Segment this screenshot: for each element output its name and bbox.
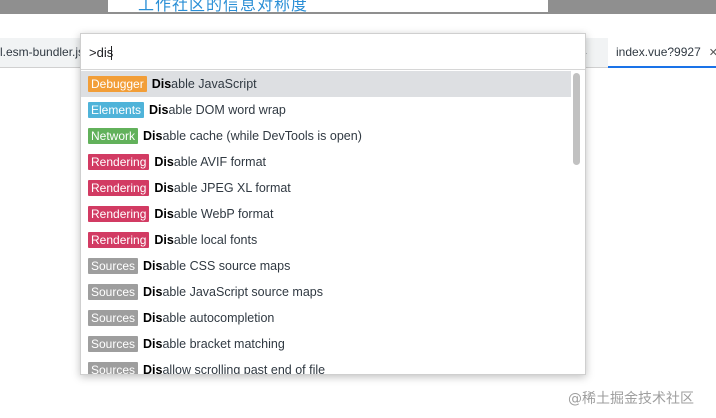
command-title-match: Dis — [154, 233, 174, 247]
command-item[interactable]: Sources Disable bracket matching — [81, 331, 571, 357]
command-title-rest: allow scrolling past end of file — [162, 363, 326, 375]
command-title-match: Dis — [149, 103, 169, 117]
command-title-rest: able DOM word wrap — [168, 103, 286, 117]
command-title-match: Dis — [151, 77, 172, 91]
command-item[interactable]: Sources Disable autocompletion — [81, 305, 571, 331]
command-title: Disable JavaScript source maps — [143, 285, 323, 299]
command-title: Disable JavaScript — [152, 77, 257, 91]
command-item[interactable]: Rendering Disable AVIF format — [81, 149, 571, 175]
command-title-match: Dis — [143, 311, 163, 325]
scrollbar[interactable] — [573, 73, 581, 373]
watermark: @稀土掘金技术社区 — [568, 391, 694, 407]
tab-index-vue-label: index.vue?9927 — [616, 45, 701, 59]
command-title-rest: able bracket matching — [162, 337, 285, 351]
command-input-wrapper — [81, 34, 585, 70]
command-item[interactable]: Network Disable cache (while DevTools is … — [81, 123, 571, 149]
command-title-rest: able local fonts — [173, 233, 258, 247]
category-badge: Elements — [88, 102, 145, 118]
command-title-rest: able CSS source maps — [162, 259, 291, 273]
command-title-match: Dis — [143, 129, 163, 143]
command-item[interactable]: Sources Disable CSS source maps — [81, 253, 571, 279]
command-title: Disable bracket matching — [143, 337, 285, 351]
command-title-rest: able JPEG XL format — [173, 181, 291, 195]
command-item[interactable]: Sources Disallow scrolling past end of fi… — [81, 357, 571, 375]
scrollbar-thumb[interactable] — [573, 73, 580, 165]
category-badge: Sources — [88, 362, 139, 374]
page-content-card: 工作社区的信息对称度 — [108, 0, 548, 12]
tab-esm-bundler[interactable]: l.esm-bundler.js — [0, 38, 84, 68]
category-badge: Rendering — [88, 180, 150, 196]
command-title: Disable AVIF format — [154, 155, 266, 169]
tab-index-vue[interactable]: index.vue?9927 ✕ — [608, 38, 716, 68]
command-title-rest: able WebP format — [173, 207, 274, 221]
command-input[interactable] — [89, 43, 569, 61]
command-title: Disallow scrolling past end of file — [143, 363, 326, 375]
command-title: Disable DOM word wrap — [149, 103, 286, 117]
command-item[interactable]: Sources Disable JavaScript source maps — [81, 279, 571, 305]
command-item[interactable]: Rendering Disable WebP format — [81, 201, 571, 227]
command-title-match: Dis — [143, 337, 163, 351]
command-item[interactable]: Debugger Disable JavaScript — [81, 71, 571, 97]
command-title: Disable local fonts — [154, 233, 257, 247]
command-list: Debugger Disable JavaScript Elements Disabl… — [81, 71, 571, 375]
category-badge: Debugger — [88, 76, 147, 92]
category-badge: Rendering — [88, 154, 150, 170]
command-item[interactable]: Rendering Disable JPEG XL format — [81, 175, 571, 201]
command-title: Disable CSS source maps — [143, 259, 290, 273]
category-badge: Rendering — [88, 206, 150, 222]
category-badge: Sources — [88, 258, 139, 274]
category-badge: Rendering — [88, 232, 150, 248]
command-menu: DebuggerDisable JavaScriptElementsDisabl… — [80, 33, 586, 375]
command-title-match: Dis — [154, 155, 174, 169]
command-title-match: Dis — [154, 181, 174, 195]
command-item[interactable]: Rendering Disable local fonts — [81, 227, 571, 253]
category-badge: Network — [88, 128, 139, 144]
page-heading-partial: 工作社区的信息对称度 — [138, 0, 309, 12]
category-badge: Sources — [88, 284, 139, 300]
command-title: Disable WebP format — [154, 207, 273, 221]
close-icon[interactable]: ✕ — [709, 47, 716, 59]
command-title-rest: able JavaScript source maps — [162, 285, 323, 299]
command-title-match: Dis — [143, 259, 163, 273]
command-title-match: Dis — [143, 285, 163, 299]
command-title: Disable JPEG XL format — [154, 181, 290, 195]
command-title-match: Dis — [154, 207, 174, 221]
text-caret — [111, 46, 112, 60]
command-title-rest: able JavaScript — [171, 77, 257, 91]
command-item[interactable]: Elements Disable DOM word wrap — [81, 97, 571, 123]
command-title-rest: able AVIF format — [173, 155, 266, 169]
command-title-rest: able cache (while DevTools is open) — [162, 129, 362, 143]
category-badge: Sources — [88, 336, 139, 352]
command-title: Disable autocompletion — [143, 311, 274, 325]
category-badge: Sources — [88, 310, 139, 326]
command-title-match: Dis — [143, 363, 163, 375]
command-title-rest: able autocompletion — [162, 311, 275, 325]
command-title: Disable cache (while DevTools is open) — [143, 129, 362, 143]
